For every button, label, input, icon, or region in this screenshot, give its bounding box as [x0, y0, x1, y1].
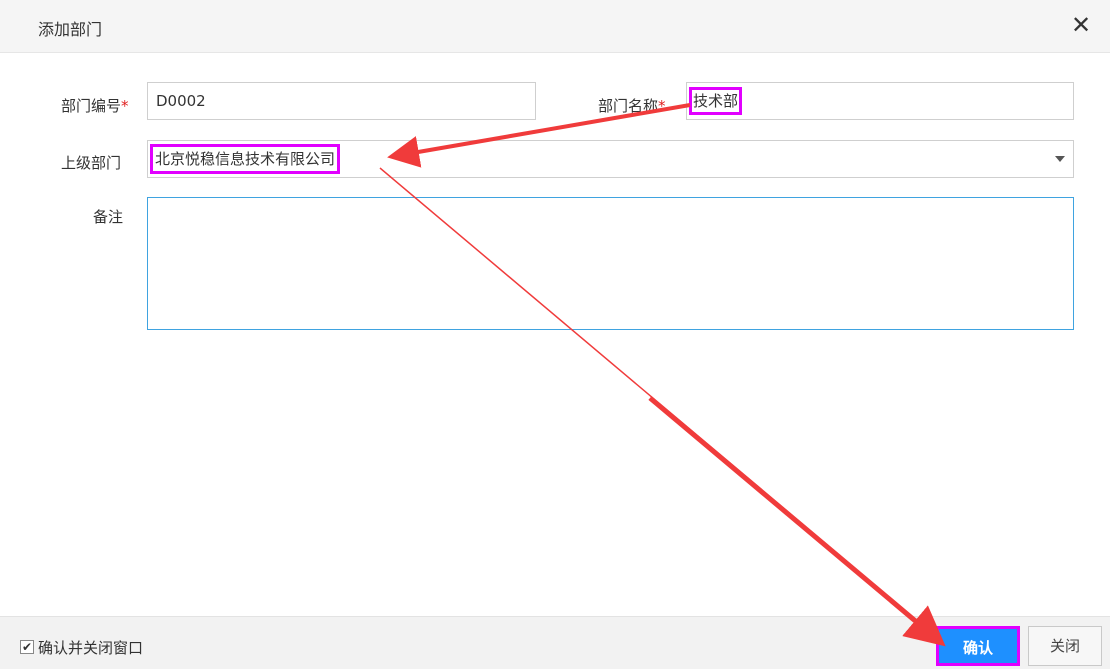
required-mark: * [121, 97, 129, 115]
dept-name-value: 技术部 [688, 87, 743, 115]
parent-dept-value: 北京悦稳信息技术有限公司 [149, 144, 341, 174]
remark-textarea[interactable] [147, 197, 1074, 330]
dialog-titlebar: 添加部门 ✕ [0, 0, 1110, 53]
arrow-to-confirm [648, 396, 946, 647]
dept-name-label: 部门名称* [598, 95, 666, 116]
remark-label: 备注 [93, 208, 124, 226]
dialog-title: 添加部门 [38, 20, 103, 39]
dept-code-label: 部门编号* [61, 95, 129, 116]
chevron-down-icon[interactable] [1055, 156, 1065, 162]
confirm-button[interactable]: 确认 [936, 626, 1020, 666]
dept-name-label-text: 部门名称 [598, 97, 659, 115]
close-icon[interactable]: ✕ [1066, 10, 1096, 40]
dept-code-label-text: 部门编号 [61, 97, 122, 115]
confirm-close-checkbox[interactable]: ✔ [20, 640, 34, 654]
dept-name-input[interactable]: 技术部 [686, 82, 1074, 120]
dept-code-input[interactable]: D0002 [147, 82, 536, 120]
confirm-close-label[interactable]: 确认并关闭窗口 [38, 637, 143, 658]
parent-dept-select[interactable]: 北京悦稳信息技术有限公司 [147, 140, 1074, 178]
close-button[interactable]: 关闭 [1028, 626, 1102, 666]
required-mark: * [658, 97, 666, 115]
parent-dept-label: 上级部门 [61, 154, 122, 172]
